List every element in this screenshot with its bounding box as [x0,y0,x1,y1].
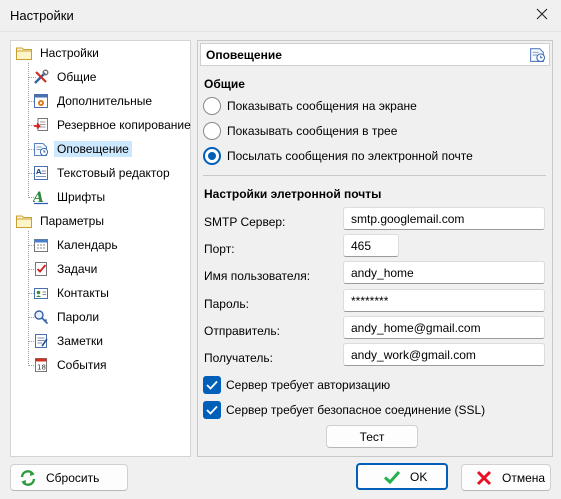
tree-item-text-editor[interactable]: A Текстовый редактор [33,163,173,183]
sender-label: Отправитель: [204,324,280,338]
tree-item-notification[interactable]: Оповещение [33,139,132,159]
ssl-checkbox-row[interactable]: Сервер требует безопасное соединение (SS… [203,400,485,420]
passwords-icon [33,309,49,325]
ok-button-label: OK [410,469,428,484]
notes-icon [33,333,49,349]
reset-button-label: Сбросить [46,470,100,485]
tree-item-tasks[interactable]: Задачи [33,259,100,279]
radio-label: Показывать сообщения на экране [227,99,417,113]
tree-item-fonts[interactable]: A Шрифты [33,187,108,207]
radio-label: Посылать сообщения по электронной почте [227,149,473,163]
password-label: Пароль: [204,297,249,311]
radio-send-email[interactable]: Посылать сообщения по электронной почте [203,146,473,166]
tree-item-label: Шрифты [57,190,106,204]
tree-connector [28,231,29,366]
radio-button-selected[interactable] [203,147,221,165]
auth-label: Сервер требует авторизацию [226,378,391,392]
settings-tree[interactable]: Настройки Общие Дополнительные Резервное… [10,40,191,457]
smtp-label: SMTP Сервер: [204,215,286,229]
tasks-icon [33,261,49,277]
ssl-label: Сервер требует безопасное соединение (SS… [226,403,486,417]
tree-item-label: Оповещение [54,141,132,157]
tree-item-general[interactable]: Общие [33,67,99,87]
tree-item-label: Общие [57,70,97,84]
tree-item-label: Задачи [57,262,98,276]
advanced-settings-icon [33,93,49,109]
cancel-button[interactable]: Отмена [461,464,551,491]
panel-header: Оповещение [200,43,550,66]
refresh-icon [18,468,38,488]
cancel-button-label: Отмена [502,470,546,485]
notification-panel: Оповещение Общие Показывать сообщения на… [197,40,553,457]
text-editor-icon: A [33,165,49,181]
window-title: Настройки [10,8,74,23]
font-icon: A [33,189,49,205]
tools-icon [33,69,49,85]
tree-item-backup[interactable]: Резервное копирование [33,115,194,135]
tree-item-contacts[interactable]: Контакты [33,283,112,303]
backup-icon [33,117,49,133]
auth-checkbox[interactable] [203,376,221,394]
panel-title: Оповещение [206,48,282,62]
smtp-server-input[interactable]: smtp.googlemail.com [343,207,545,230]
radio-label: Показывать сообщения в трее [227,124,398,138]
port-input[interactable]: 465 [343,234,399,257]
general-section-title: Общие [204,77,245,91]
ssl-checkbox[interactable] [203,401,221,419]
close-icon [536,8,548,23]
radio-button[interactable] [203,122,221,140]
calendar-icon [33,237,49,253]
tree-item-calendar[interactable]: Календарь [33,235,121,255]
checkmark-icon [206,380,218,390]
ok-button[interactable]: OK [356,463,448,490]
tree-item-passwords[interactable]: Пароли [33,307,102,327]
radio-show-in-tray[interactable]: Показывать сообщения в трее [203,121,397,141]
password-input[interactable]: ******** [343,289,545,312]
tree-connector [28,63,29,198]
tree-group-label: Параметры [40,214,104,228]
tree-item-label: Текстовый редактор [57,166,170,180]
email-section-title: Настройки элетронной почты [204,187,382,201]
reset-button[interactable]: Сбросить [10,464,128,491]
test-button[interactable]: Тест [326,425,418,448]
tree-item-events[interactable]: 18 События [33,355,110,375]
section-divider [203,175,546,176]
events-icon: 18 [33,357,49,373]
tree-item-label: Резервное копирование [57,118,191,132]
tree-item-label: Заметки [57,334,103,348]
notification-icon [33,141,49,157]
notification-icon [529,46,546,63]
tree-item-notes[interactable]: Заметки [33,331,106,351]
folder-icon [16,213,32,229]
cancel-x-icon [474,468,494,488]
recipient-input[interactable]: andy_work@gmail.com [343,343,545,366]
tree-item-label: Пароли [57,310,100,324]
tree-item-label: Контакты [57,286,109,300]
contacts-icon [33,285,49,301]
close-button[interactable] [523,0,561,31]
ok-check-icon [382,467,402,487]
radio-button[interactable] [203,97,221,115]
svg-text:A: A [33,190,44,205]
tree-item-label: События [57,358,107,372]
title-bar: Настройки [0,0,561,32]
folder-icon [16,45,32,61]
recipient-label: Получатель: [204,351,273,365]
port-label: Порт: [204,242,235,256]
username-label: Имя пользователя: [204,269,311,283]
tree-item-advanced[interactable]: Дополнительные [33,91,155,111]
tree-item-label: Календарь [57,238,118,252]
tree-group-label: Настройки [40,46,99,60]
svg-text:18: 18 [37,364,46,372]
auth-checkbox-row[interactable]: Сервер требует авторизацию [203,375,390,395]
sender-input[interactable]: andy_home@gmail.com [343,316,545,339]
checkmark-icon [206,405,218,415]
tree-group-settings[interactable]: Настройки [16,43,102,63]
tree-item-label: Дополнительные [57,94,152,108]
test-button-label: Тест [359,429,385,444]
username-input[interactable]: andy_home [343,261,545,284]
tree-group-parameters[interactable]: Параметры [16,211,107,231]
radio-show-on-screen[interactable]: Показывать сообщения на экране [203,96,417,116]
svg-text:A: A [36,168,42,176]
